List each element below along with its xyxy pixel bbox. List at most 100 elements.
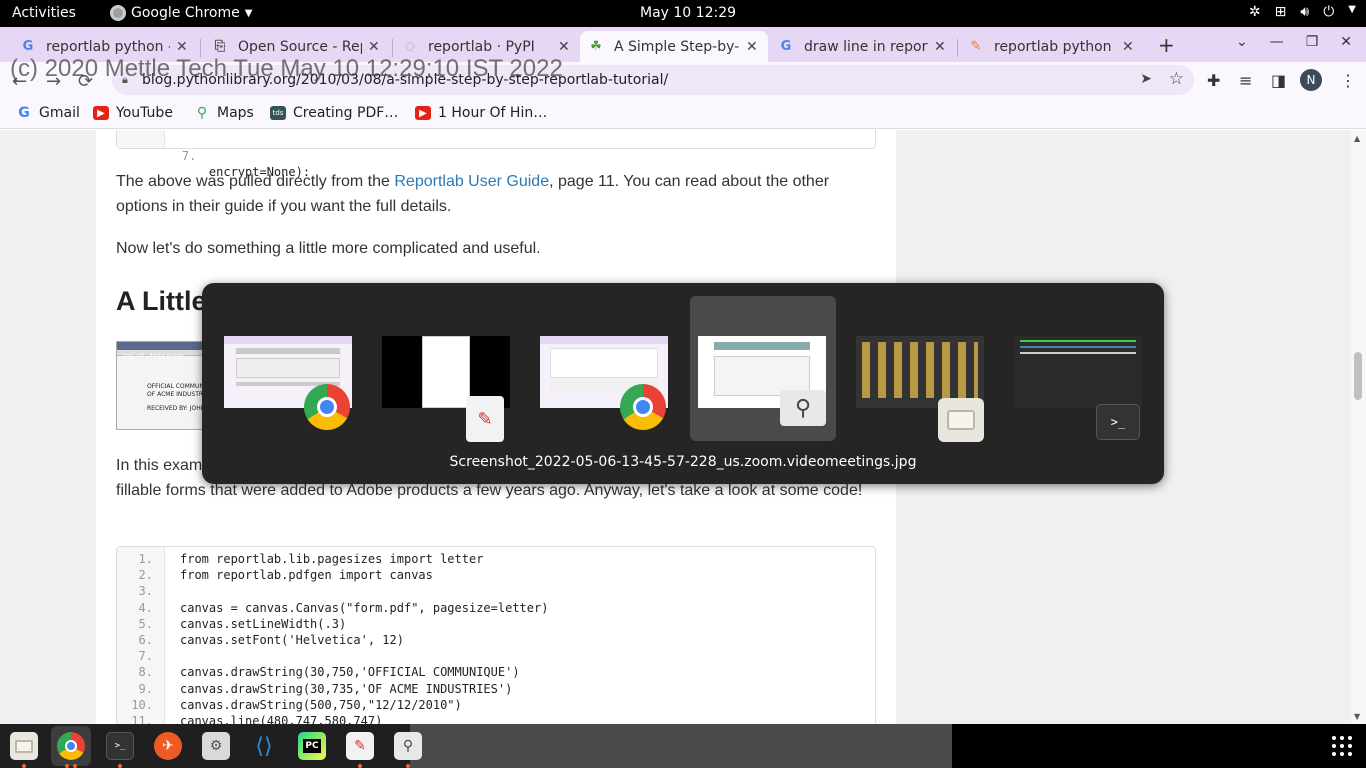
network-icon[interactable]: ⊞	[1275, 4, 1287, 20]
send-to-devices-icon[interactable]: ➤	[1140, 71, 1152, 87]
close-icon[interactable]: ✕	[746, 39, 760, 55]
dock-document-viewer[interactable]: ✎	[346, 732, 374, 760]
system-tray[interactable]: ✲ ⊞ 🔊︎ ⏻ ▼	[1249, 4, 1356, 20]
code-line: 11. canvas.line(480,747,580,747)	[117, 713, 382, 724]
switcher-item-files[interactable]	[848, 296, 994, 442]
tab-reportlab-python-1[interactable]: G reportlab python - ✕	[12, 31, 198, 62]
dock-settings[interactable]: ⚙	[202, 732, 230, 760]
tab-pypi[interactable]: ◇ reportlab · PyPI ✕	[394, 31, 580, 62]
bookmark-maps[interactable]: ⚲ Maps	[194, 105, 254, 121]
postman-icon: ✈	[162, 738, 174, 754]
dock-segment	[410, 724, 952, 768]
close-icon[interactable]: ✕	[176, 39, 190, 55]
code-text: canvas.setLineWidth(.3)	[180, 616, 347, 631]
dock-pycharm[interactable]: PC	[298, 732, 326, 760]
paragraph-user-guide: The above was pulled directly from the R…	[116, 169, 876, 219]
switcher-item-document-viewer[interactable]: ✎	[374, 296, 520, 442]
tab-open-source[interactable]: ⎘ Open Source - Rep ✕	[204, 31, 390, 62]
close-window-icon[interactable]: ✕	[1340, 34, 1352, 50]
files-icon	[15, 739, 33, 753]
bookmark-gmail[interactable]: G Gmail	[16, 105, 80, 121]
bookmark-youtube[interactable]: ▶ YouTube	[93, 105, 173, 121]
document-viewer-icon: ✎	[466, 396, 504, 442]
bookmark-star-icon[interactable]: ☆	[1169, 69, 1184, 89]
code-line: 1. from reportlab.lib.pagesizes import le…	[117, 551, 484, 567]
forward-icon[interactable]: →	[46, 71, 61, 92]
dock-chrome[interactable]	[57, 732, 85, 760]
switcher-item-chrome-2[interactable]	[532, 296, 678, 441]
side-panel-icon[interactable]: ◨	[1271, 71, 1286, 90]
chevron-down-icon[interactable]: ▼	[1348, 4, 1356, 20]
url-text[interactable]: blog.pythonlibrary.org/2010/03/08/a-simp…	[142, 72, 668, 88]
clock[interactable]: May 10 12:29	[640, 5, 736, 21]
dock-files[interactable]	[10, 732, 38, 760]
image-text: RECEIVED BY: JOHN	[147, 405, 206, 412]
code-text: canvas.setFont('Helvetica', 12)	[180, 633, 404, 647]
close-icon[interactable]: ✕	[558, 39, 572, 55]
image-text: OFFICIAL COMMUNIC	[147, 383, 210, 390]
switcher-item-image-viewer[interactable]: ⚲	[690, 296, 836, 441]
line-number: 5.	[138, 616, 153, 631]
running-indicator	[358, 764, 362, 768]
scrollbar-thumb[interactable]	[1354, 352, 1362, 400]
code-line: 7. encrypt=None):	[117, 132, 310, 179]
scrollbar[interactable]: ▲ ▼	[1351, 130, 1366, 724]
app-menu[interactable]: Google Chrome ▼	[110, 5, 252, 21]
app-switcher: ✎ ⚲ >_ Screenshot_2022-05-06-13-45-57-22…	[202, 283, 1164, 484]
code-text: canvas = canvas.Canvas("form.pdf", pages…	[180, 600, 549, 615]
code-block-main: 1. from reportlab.lib.pagesizes import le…	[116, 546, 876, 724]
volume-icon[interactable]: 🔊︎	[1300, 4, 1309, 20]
line-number: 7.	[181, 149, 197, 163]
close-icon[interactable]: ✕	[934, 39, 948, 55]
power-icon[interactable]: ⏻	[1323, 4, 1334, 20]
show-applications-icon[interactable]	[1332, 736, 1352, 756]
profile-avatar[interactable]: N	[1300, 69, 1322, 91]
scroll-up-icon[interactable]: ▲	[1354, 134, 1360, 143]
tab-simple-step-by-step[interactable]: ☘ A Simple Step-by-S ✕	[580, 31, 768, 62]
restore-icon[interactable]: ❐	[1306, 34, 1319, 50]
tab-title: A Simple Step-by-S	[614, 38, 740, 55]
lock-icon[interactable]: 🔒︎	[122, 73, 128, 87]
address-bar[interactable]: 🔒︎ blog.pythonlibrary.org/2010/03/08/a-s…	[112, 65, 1194, 95]
tab-draw-line[interactable]: G draw line in report ✕	[770, 31, 956, 62]
dock-postman[interactable]: ✈	[154, 732, 182, 760]
minimize-icon[interactable]: —	[1270, 34, 1284, 50]
bookmark-creating-pdf[interactable]: tds Creating PDF…	[270, 105, 398, 121]
code-line: 8. canvas.drawString(30,750,'OFFICIAL COM…	[117, 664, 520, 680]
menu-kebab-icon[interactable]: ⋮	[1340, 71, 1356, 90]
tab-reportlab-python-2[interactable]: ✎ reportlab python c ✕	[960, 31, 1144, 62]
dock-vscode[interactable]: ⟨⟩	[250, 732, 278, 760]
scroll-down-icon[interactable]: ▼	[1354, 712, 1360, 721]
image-titlebar: form.pdf - Adobe Reader	[117, 342, 215, 359]
tab-separator	[392, 39, 393, 57]
files-icon	[938, 398, 984, 442]
code-line: 9. canvas.drawString(30,735,'OF ACME INDU…	[117, 681, 513, 697]
tds-icon: tds	[270, 106, 286, 120]
new-tab-button[interactable]: +	[1158, 33, 1175, 57]
tab-search-icon[interactable]: ⌄	[1236, 34, 1248, 50]
color-picker-icon[interactable]: ✲	[1249, 4, 1261, 20]
close-icon[interactable]: ✕	[1122, 39, 1136, 55]
running-indicator	[65, 764, 69, 768]
tab-separator	[200, 39, 201, 57]
pypi-icon: ◇	[405, 39, 415, 54]
reportlab-user-guide-link[interactable]: Reportlab User Guide	[394, 173, 549, 190]
activities-button[interactable]: Activities	[12, 5, 76, 21]
dock-image-viewer[interactable]: ⚲	[394, 732, 422, 760]
close-icon[interactable]: ✕	[368, 39, 382, 55]
switcher-item-chrome-1[interactable]	[216, 296, 362, 441]
running-indicator	[22, 764, 26, 768]
article-screenshot-image[interactable]: form.pdf - Adobe Reader OFFICIAL COMMUNI…	[116, 341, 216, 430]
extensions-icon[interactable]: ✚	[1207, 71, 1220, 90]
tab-separator	[957, 39, 958, 57]
line-number: 2.	[138, 568, 153, 583]
switcher-item-terminal[interactable]: >_	[1006, 296, 1152, 441]
code-text: from reportlab.pdfgen import canvas	[180, 568, 433, 583]
code-block-top: 7. encrypt=None):	[116, 130, 876, 179]
reload-icon[interactable]: ⟳	[78, 71, 93, 92]
media-control-icon[interactable]: ≡	[1239, 71, 1252, 90]
bookmark-1-hour[interactable]: ▶ 1 Hour Of Hin…	[415, 105, 547, 121]
dock-terminal[interactable]: >_	[106, 732, 134, 760]
code-line: 5. canvas.setLineWidth(.3)	[117, 616, 347, 632]
back-icon[interactable]: ←	[12, 71, 27, 92]
